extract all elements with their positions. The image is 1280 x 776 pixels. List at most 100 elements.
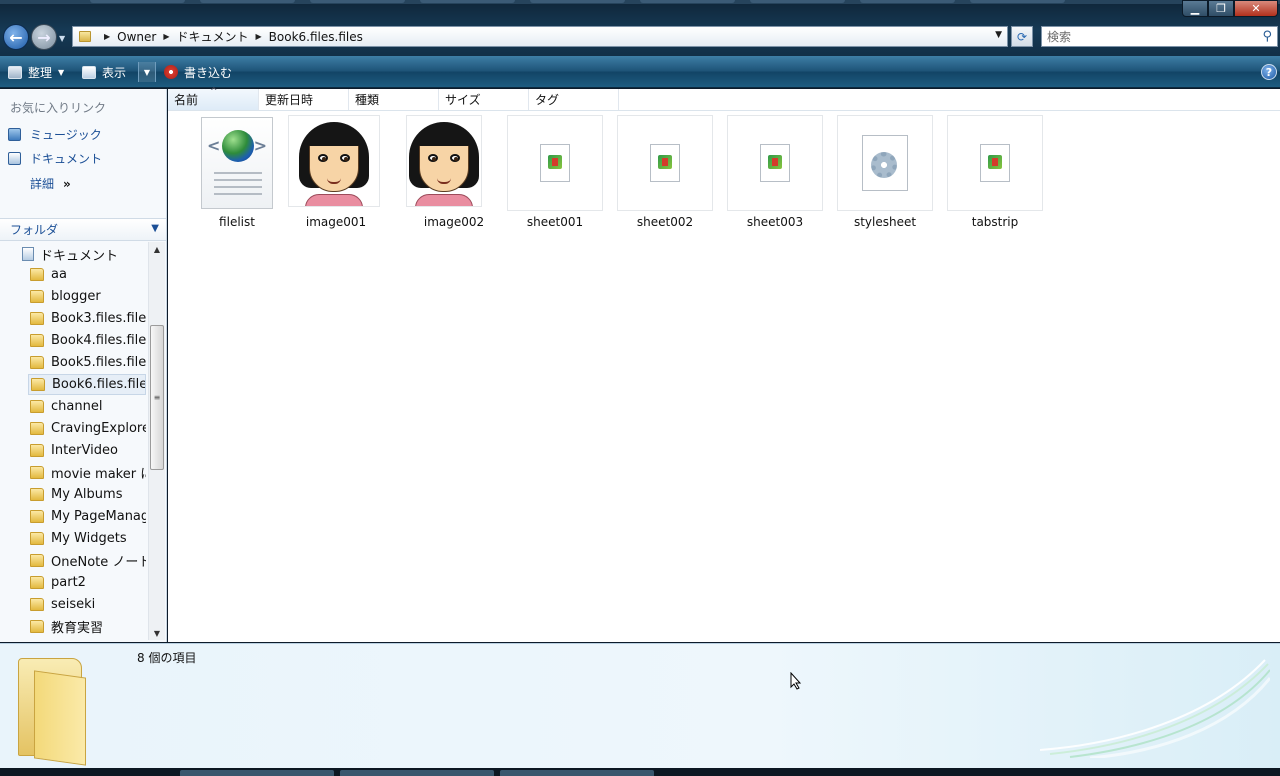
folder-icon <box>30 334 44 347</box>
folder-icon <box>30 488 44 501</box>
breadcrumb-current-folder[interactable]: Book6.files.files <box>269 30 363 44</box>
organize-icon <box>8 65 22 79</box>
column-label: タグ <box>535 93 560 107</box>
scroll-up-icon[interactable]: ▲ <box>149 242 165 256</box>
large-folder-icon <box>14 652 92 766</box>
file-item[interactable]: sheet002 <box>617 115 713 235</box>
scroll-thumb[interactable]: ≡ <box>150 325 164 470</box>
tree-item[interactable]: movie maker にて <box>28 462 146 483</box>
organize-button[interactable]: 整理 ▼ <box>8 62 64 82</box>
tree-item[interactable]: 教育実習 <box>28 616 146 637</box>
tree-item-label: blogger <box>51 289 101 304</box>
file-item[interactable]: sheet003 <box>727 115 823 235</box>
tree-item[interactable]: part2 <box>28 572 146 593</box>
address-dropdown-icon[interactable]: ▼ <box>995 30 1002 40</box>
search-placeholder: 検索 <box>1047 30 1072 44</box>
tree-root-documents[interactable]: ドキュメント <box>22 245 119 264</box>
file-list-pane: 名前 ^ 更新日時 種類 サイズ タグ < > filelist image00… <box>168 87 1280 642</box>
forward-arrow-icon[interactable]: → <box>31 24 57 50</box>
view-button[interactable]: 表示 <box>82 62 126 82</box>
file-item[interactable]: image001 <box>288 115 384 235</box>
tree-item[interactable]: Book4.files.files <box>28 330 146 351</box>
column-type[interactable]: 種類 <box>349 89 439 110</box>
tree-item[interactable]: My Widgets <box>28 528 146 549</box>
tree-item[interactable]: blogger <box>28 286 146 307</box>
tree-item[interactable]: My Albums <box>28 484 146 505</box>
column-tags[interactable]: タグ <box>529 89 619 110</box>
tree-item[interactable]: Book5.files.files <box>28 352 146 373</box>
file-name: tabstrip <box>971 215 1019 229</box>
column-label: 名前 <box>174 93 199 107</box>
tree-item-selected[interactable]: Book6.files.files <box>28 374 146 395</box>
music-folder-icon <box>8 127 21 141</box>
item-count: 8 個の項目 <box>137 651 197 665</box>
file-item[interactable]: stylesheet <box>837 115 933 235</box>
breadcrumb-separator-icon[interactable]: ▶ <box>256 32 262 41</box>
minimize-icon[interactable]: ▁ <box>1182 0 1208 17</box>
folder-icon <box>30 312 44 325</box>
column-size[interactable]: サイズ <box>439 89 529 110</box>
more-links-button[interactable]: 詳細 » <box>30 175 71 192</box>
folder-icon <box>79 31 91 42</box>
breadcrumb-owner[interactable]: Owner <box>117 30 156 44</box>
favorite-link-documents[interactable]: ドキュメント <box>8 149 102 167</box>
image-thumbnail-icon <box>406 115 482 207</box>
help-icon[interactable]: ? <box>1261 64 1277 80</box>
file-item[interactable]: sheet001 <box>507 115 603 235</box>
column-name[interactable]: 名前 ^ <box>168 87 259 110</box>
details-pane: 8 個の項目 <box>0 643 1280 768</box>
tree-item-label: Book3.files.files <box>51 311 146 326</box>
column-label: 更新日時 <box>265 93 314 107</box>
burn-button[interactable]: 書き込む <box>164 62 232 82</box>
tree-item[interactable]: seiseki <box>28 594 146 615</box>
breadcrumb-separator-icon[interactable]: ▶ <box>163 32 169 41</box>
tree-root-label: ドキュメント <box>40 248 119 264</box>
favorite-link-label: ミュージック <box>30 127 102 142</box>
folders-header[interactable]: フォルダ ▼ <box>0 218 166 241</box>
tree-item-label: Book5.files.files <box>51 355 146 370</box>
folder-icon <box>30 576 44 589</box>
close-icon[interactable]: ✕ <box>1234 0 1278 17</box>
file-item[interactable]: < > filelist <box>189 115 285 235</box>
tree-item[interactable]: aa <box>28 264 146 285</box>
refresh-icon[interactable]: ⟳ <box>1011 26 1033 47</box>
file-name: image002 <box>423 215 485 229</box>
breadcrumb-separator-icon[interactable]: ▶ <box>104 32 110 41</box>
tree-item-label: OneNote ノートブック <box>51 555 146 570</box>
css-file-icon <box>837 115 933 211</box>
view-label: 表示 <box>102 65 127 80</box>
tree-item[interactable]: InterVideo <box>28 440 146 461</box>
view-dropdown-icon[interactable]: ▼ <box>138 62 156 82</box>
recent-pages-chevron-icon[interactable]: ▼ <box>59 34 65 43</box>
tree-item[interactable]: CravingExplorer <box>28 418 146 439</box>
address-bar[interactable]: ▶ Owner ▶ ドキュメント ▶ Book6.files.files ▼ <box>72 26 1008 47</box>
folder-icon <box>30 620 44 633</box>
file-item[interactable]: tabstrip <box>947 115 1043 235</box>
search-icon[interactable]: ⚲ <box>1262 29 1272 44</box>
tree-item[interactable]: OneNote ノートブック <box>28 550 146 571</box>
folder-tree-scrollbar[interactable]: ▲ ≡ ▼ <box>148 242 165 640</box>
tree-item-label: 教育実習 <box>51 621 104 636</box>
folder-icon <box>30 444 44 457</box>
column-date-modified[interactable]: 更新日時 <box>259 89 349 110</box>
file-item[interactable]: image002 <box>406 115 502 235</box>
title-bar: ▁ ❐ ✕ ← → ▼ ▶ Owner ▶ ドキュメント ▶ Book6.fil… <box>0 0 1280 56</box>
search-input[interactable]: 検索 ⚲ <box>1041 26 1278 47</box>
tree-item[interactable]: My PageManager <box>28 506 146 527</box>
window-controls: ▁ ❐ ✕ <box>1182 0 1278 18</box>
restore-icon[interactable]: ❐ <box>1208 0 1234 17</box>
mouse-cursor-icon <box>790 672 802 690</box>
tree-item-label: aa <box>51 267 67 282</box>
scroll-down-icon[interactable]: ▼ <box>149 626 165 640</box>
favorite-link-label: ドキュメント <box>30 151 103 166</box>
folder-icon <box>30 510 44 523</box>
tree-item[interactable]: channel <box>28 396 146 417</box>
folder-icon <box>30 532 44 545</box>
breadcrumb-documents[interactable]: ドキュメント <box>177 28 249 45</box>
favorite-link-music[interactable]: ミュージック <box>8 125 102 143</box>
documents-folder-icon <box>8 151 21 165</box>
file-name: image001 <box>305 215 367 229</box>
back-arrow-icon[interactable]: ← <box>3 24 29 50</box>
tree-item[interactable]: Book3.files.files <box>28 308 146 329</box>
file-name: sheet003 <box>746 215 804 229</box>
